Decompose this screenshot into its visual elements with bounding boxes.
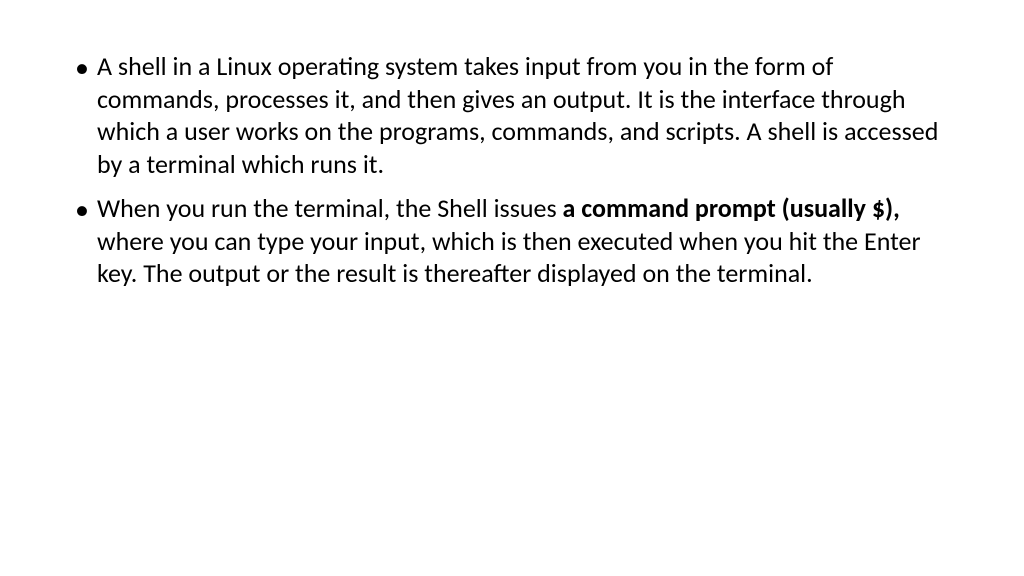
bullet-text-suffix: where you can type your input, which is … [97,225,921,290]
bullet-text-prefix: When you run the terminal, the Shell iss… [97,192,563,224]
bullet-list: A shell in a Linux operating system take… [75,50,954,290]
list-item: A shell in a Linux operating system take… [75,50,954,180]
list-item: When you run the terminal, the Shell iss… [75,192,954,290]
bullet-text: A shell in a Linux operating system take… [97,50,938,180]
bullet-text-bold: a command prompt (usually $), [563,192,900,224]
